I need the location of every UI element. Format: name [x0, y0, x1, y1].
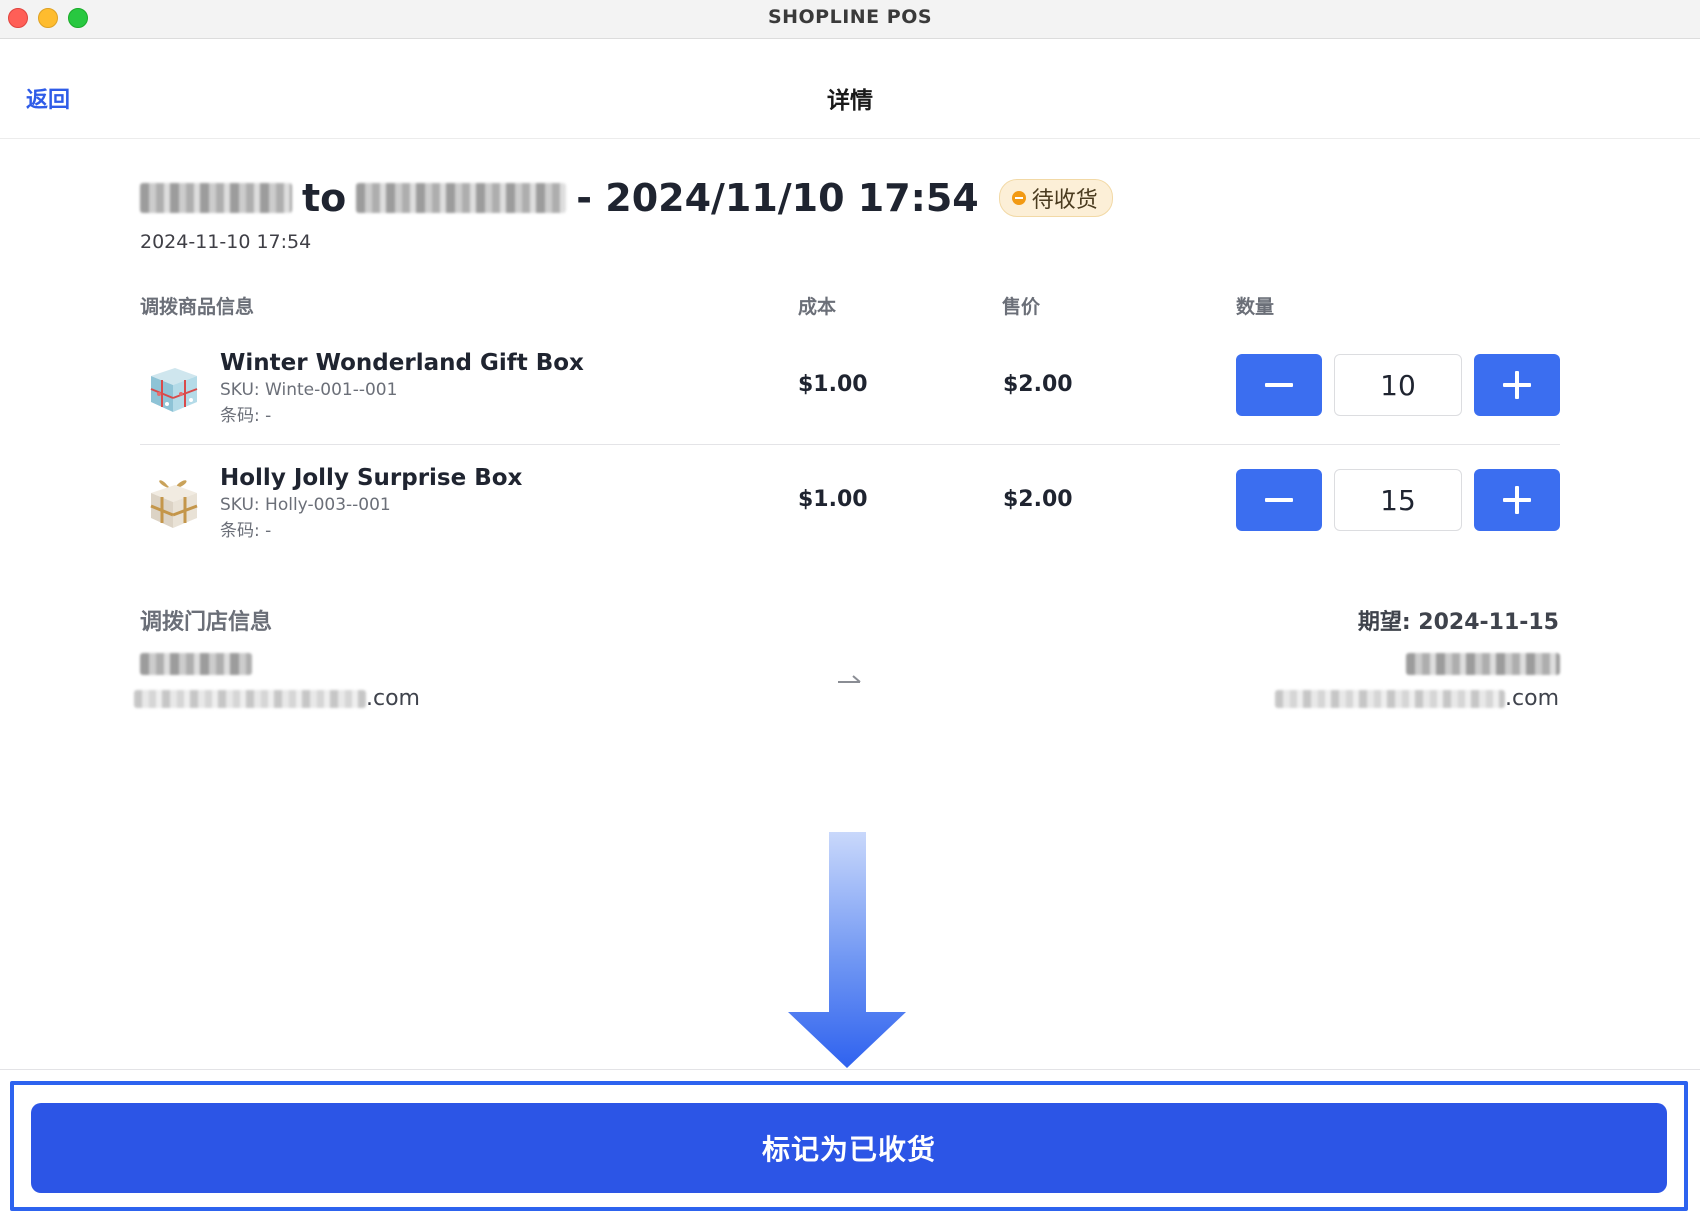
- decrease-quantity-button[interactable]: [1236, 469, 1322, 531]
- minus-icon: [1265, 383, 1293, 387]
- product-sku: SKU: Winte-001--001: [220, 380, 398, 400]
- quantity-stepper: [1236, 354, 1560, 416]
- transfer-heading: to - 2024/11/10 17:54 待收货: [140, 174, 1113, 222]
- product-sku: SKU: Holly-003--001: [220, 495, 391, 515]
- product-cost: $1.00: [798, 372, 868, 397]
- decrease-quantity-button[interactable]: [1236, 354, 1322, 416]
- product-name: Winter Wonderland Gift Box: [220, 350, 584, 376]
- product-price: $2.00: [1003, 487, 1073, 512]
- quantity-stepper: [1236, 469, 1560, 531]
- redacted-to-store-name: [1406, 653, 1560, 675]
- store-info-heading: 调拨门店信息: [140, 610, 273, 635]
- gift-box-thumbnail: [150, 480, 198, 528]
- col-header-product: 调拨商品信息: [140, 296, 255, 318]
- redacted-from-store-name: [140, 653, 252, 675]
- page-title: 详情: [827, 88, 873, 114]
- product-barcode: 条码: -: [220, 521, 272, 541]
- arrow-down-annotation: [788, 832, 906, 1068]
- product-price: $2.00: [1003, 372, 1073, 397]
- table-row: Winter Wonderland Gift Box SKU: Winte-00…: [140, 330, 1560, 445]
- pending-status-icon: [1011, 191, 1026, 205]
- to-email-suffix: .com: [1505, 686, 1559, 711]
- arrow-right-icon: [838, 675, 861, 683]
- increase-quantity-button[interactable]: [1474, 469, 1560, 531]
- table-row: Holly Jolly Surprise Box SKU: Holly-003-…: [140, 445, 1560, 559]
- increase-quantity-button[interactable]: [1474, 354, 1560, 416]
- footer-divider: [0, 1069, 1700, 1070]
- to-store-email: .com: [1275, 686, 1559, 711]
- window-title: SHOPLINE POS: [767, 6, 933, 28]
- window-titlebar: SHOPLINE POS: [0, 0, 1700, 39]
- minus-icon: [1265, 498, 1293, 502]
- mark-as-received-button[interactable]: 标记为已收货: [31, 1103, 1667, 1193]
- redacted-to-email: [1275, 689, 1506, 708]
- from-email-suffix: .com: [366, 686, 420, 711]
- created-date: 2024-11-10 17:54: [140, 231, 312, 253]
- col-header-price: 售价: [1002, 296, 1041, 318]
- product-barcode: 条码: -: [220, 406, 272, 426]
- redacted-origin-store: [140, 183, 292, 213]
- status-badge: 待收货: [998, 179, 1113, 217]
- product-name: Holly Jolly Surprise Box: [220, 465, 523, 491]
- redacted-destination-store: [356, 183, 567, 213]
- from-store-email: .com: [134, 686, 420, 711]
- expected-date: 期望: 2024-11-15: [1357, 610, 1559, 635]
- quantity-input[interactable]: [1334, 354, 1462, 416]
- quantity-input[interactable]: [1334, 469, 1462, 531]
- product-cost: $1.00: [798, 487, 868, 512]
- col-header-cost: 成本: [798, 296, 837, 318]
- nav-header: 返回 详情: [0, 39, 1700, 139]
- heading-connector: to: [302, 176, 347, 220]
- redacted-from-email: [134, 689, 366, 708]
- status-label: 待收货: [1031, 188, 1098, 213]
- col-header-quantity: 数量: [1236, 296, 1275, 318]
- heading-datetime: - 2024/11/10 17:54: [576, 176, 979, 220]
- gift-box-thumbnail: [150, 368, 198, 412]
